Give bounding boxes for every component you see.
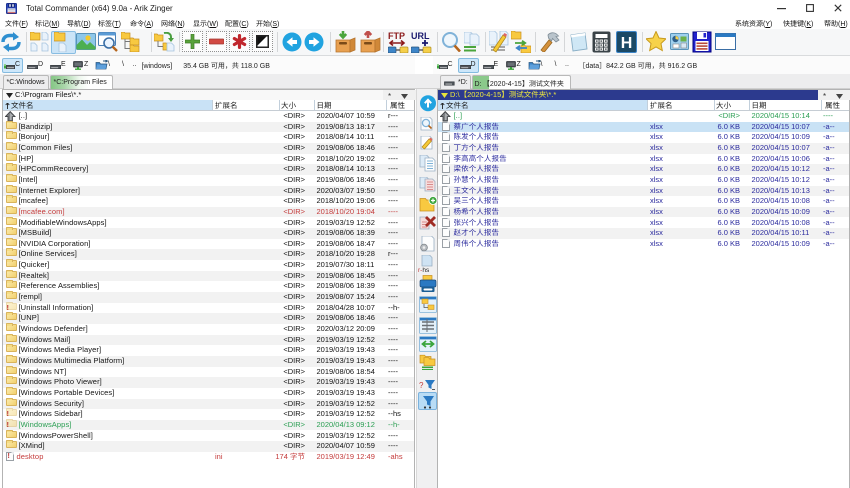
- svg-text:URL: URL: [411, 31, 430, 41]
- svg-text:?: ?: [419, 381, 424, 390]
- svg-text:FTP: FTP: [388, 31, 405, 41]
- svg-text:H: H: [621, 35, 633, 52]
